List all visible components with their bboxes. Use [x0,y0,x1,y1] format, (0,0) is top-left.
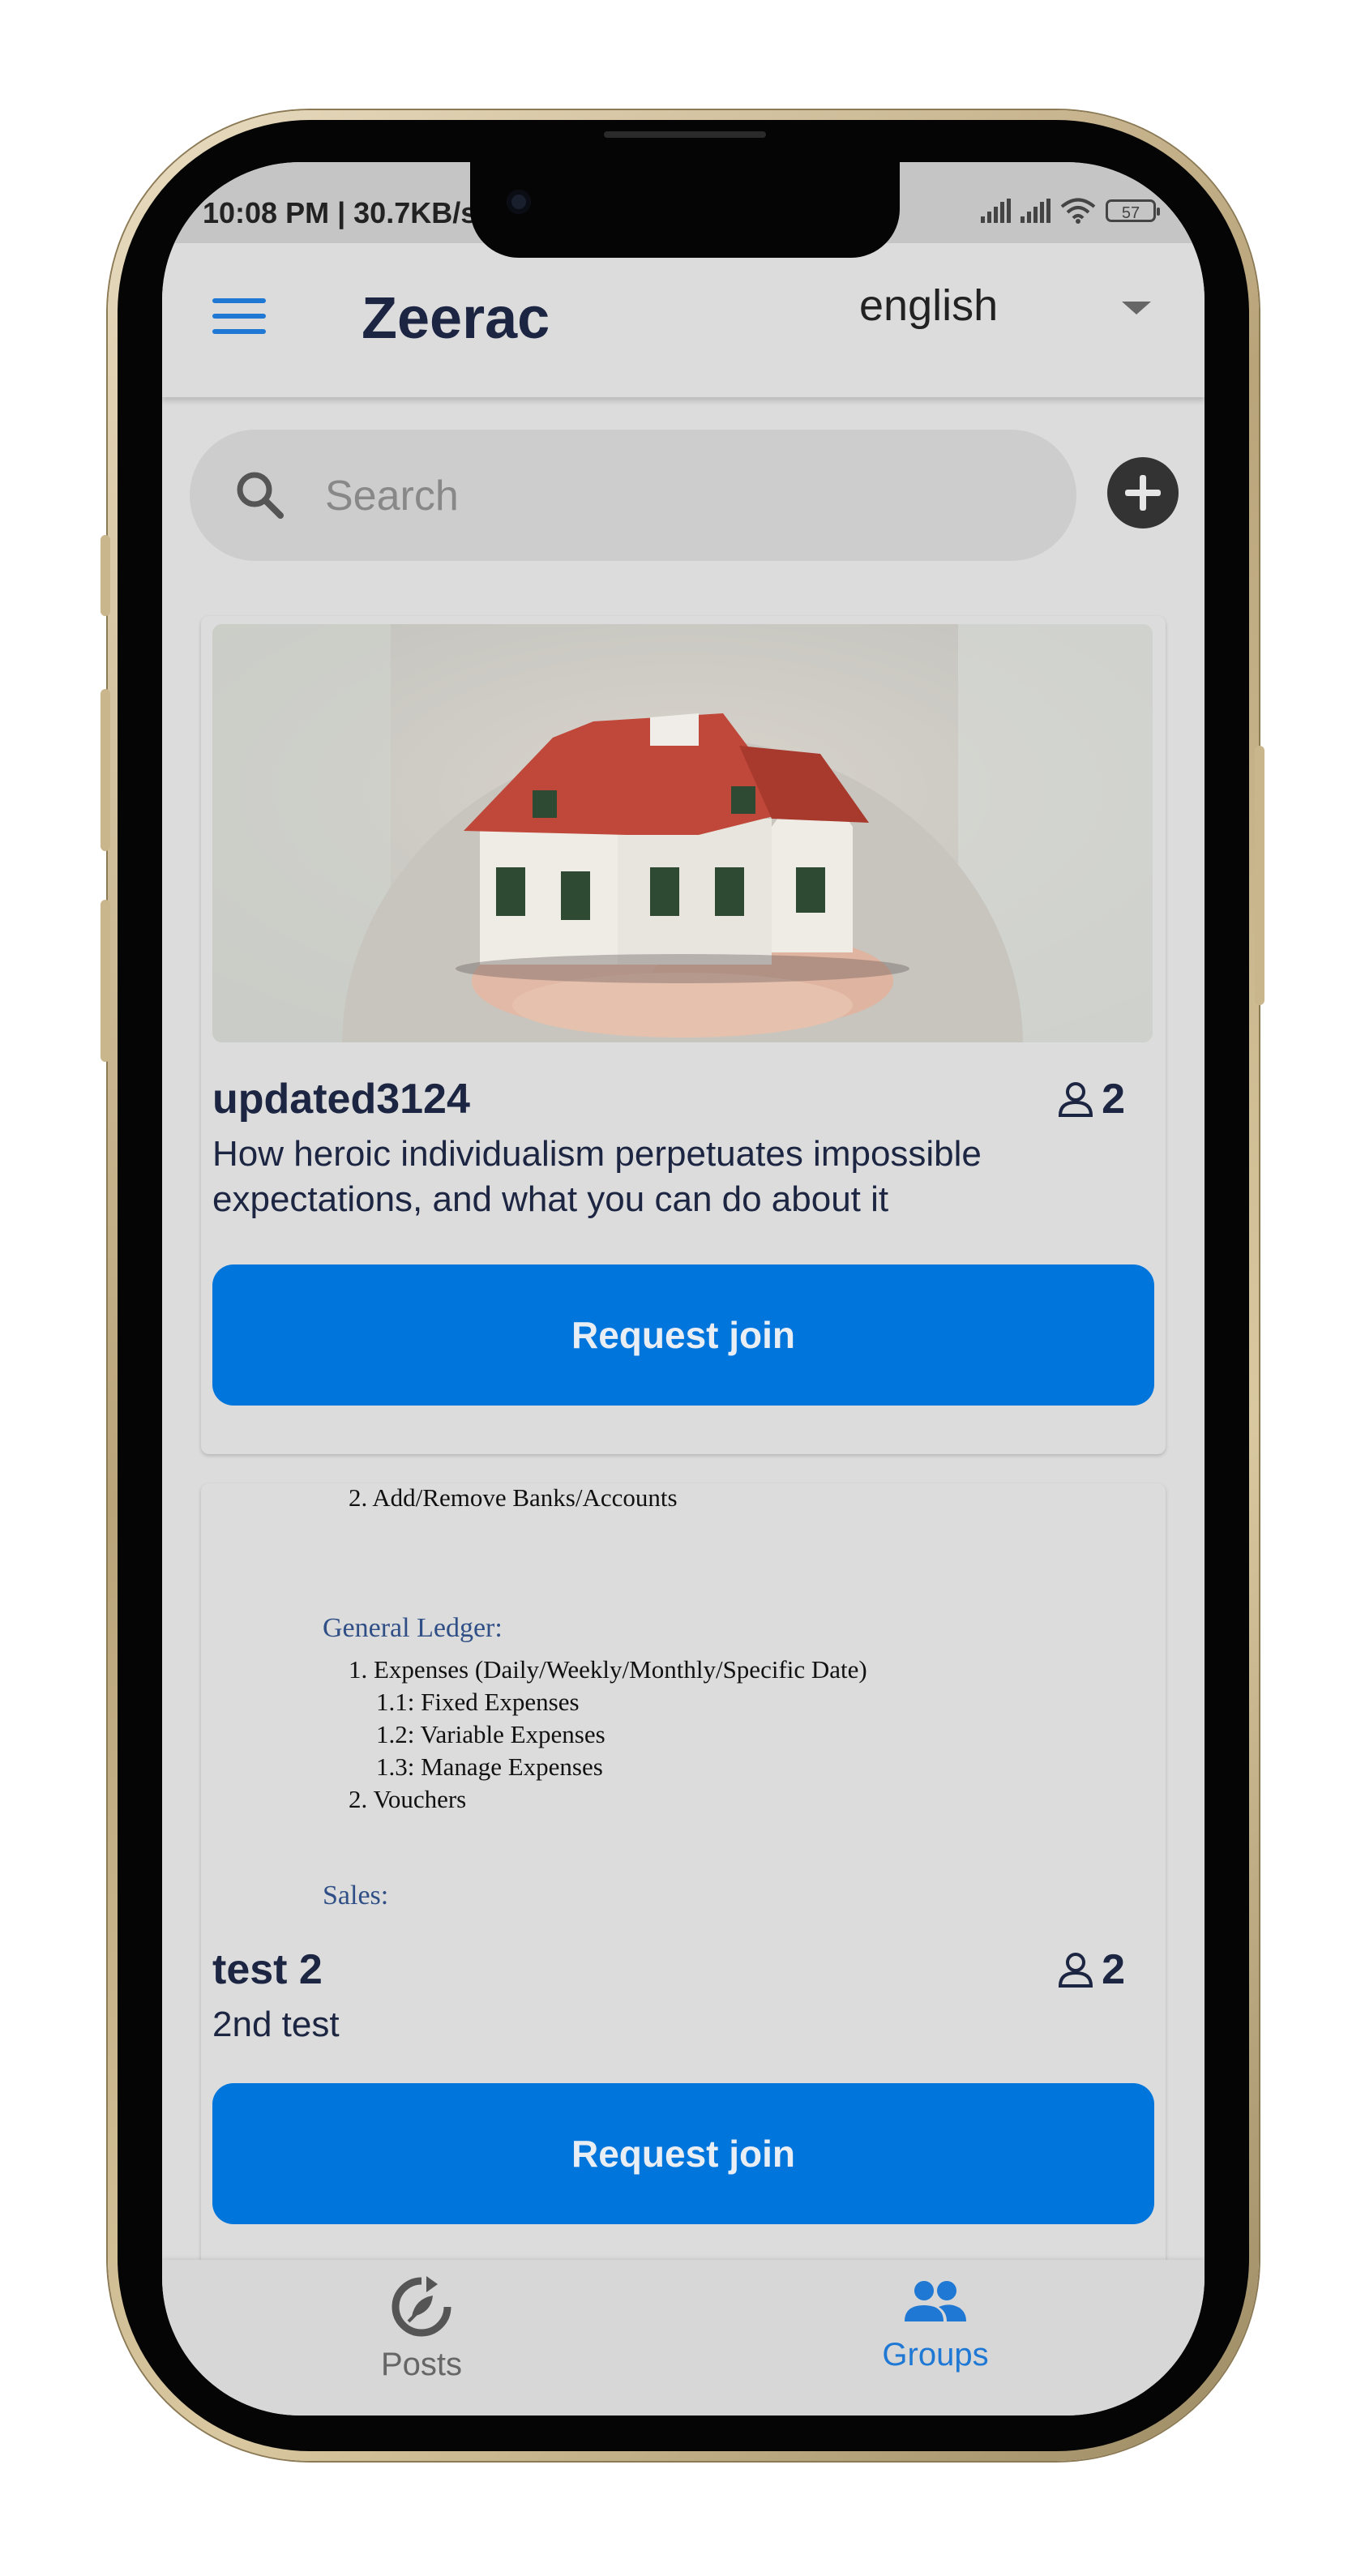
group-name: test 2 [212,1946,323,1993]
status-icons: 57 [981,198,1160,224]
volume-up-button [101,689,110,851]
app-title: Zeerac [362,286,550,351]
mute-switch [101,535,110,616]
member-count: 2 [1056,1075,1125,1123]
volume-down-button [101,900,110,1062]
doc-heading: Sales: [323,1881,389,1911]
caret-down-icon [1122,302,1151,315]
document-preview: 2. Add/Remove Banks/Accounts General Led… [212,1483,1153,1921]
front-camera [507,190,531,214]
doc-heading: General Ledger: [323,1613,503,1643]
nav-posts-label: Posts [380,2347,463,2382]
bottom-nav: Posts Groups [162,2260,1205,2416]
house-in-hands-image [212,624,1153,1042]
wifi-icon [1060,198,1096,224]
request-join-button[interactable]: Request join [212,2083,1154,2224]
person-icon [1059,1082,1093,1117]
menu-icon[interactable] [212,298,266,339]
battery-icon: 57 [1106,199,1160,222]
request-join-button[interactable]: Request join [212,1264,1154,1406]
groups-icon [905,2281,966,2321]
member-count-value: 2 [1102,1946,1125,1993]
nav-posts[interactable]: Posts [300,2276,543,2398]
group-card: 2. Add/Remove Banks/Accounts General Led… [201,1483,1166,2294]
member-count-value: 2 [1102,1076,1125,1123]
doc-line: 1.2: Variable Expenses [376,1720,605,1748]
app-screen: 10:08 PM | 30.7KB/s 57 Zeerac english Se… [162,162,1205,2416]
power-button [1255,746,1264,1005]
search-input[interactable] [323,467,1024,525]
nav-groups[interactable]: Groups [814,2276,1057,2398]
add-group-button[interactable] [1107,457,1179,528]
group-description: 2nd test [212,2005,340,2044]
doc-line: 1.1: Fixed Expenses [376,1688,580,1716]
person-icon [1059,1953,1093,1988]
group-name: updated3124 [212,1076,470,1123]
doc-line: 2. Add/Remove Banks/Accounts [349,1483,678,1512]
language-select[interactable]: english [859,277,1159,342]
group-description: How heroic individualism perpetuates imp… [212,1134,982,1219]
nav-groups-label: Groups [882,2337,989,2373]
language-value: english [859,281,999,330]
search-icon [237,472,284,519]
group-card: updated3124 2 How heroic individualism p… [201,616,1166,1454]
posts-icon [392,2276,451,2337]
signal-icon [981,199,1011,223]
status-time: 10:08 PM | 30.7KB/s [203,196,477,229]
doc-line: 2. Vouchers [349,1785,467,1813]
speaker-grille [604,131,766,138]
doc-line: 1.3: Manage Expenses [376,1752,603,1781]
app-bar: Zeerac english [162,243,1205,397]
search-box[interactable] [190,430,1076,561]
signal-icon [1021,199,1050,223]
member-count: 2 [1056,1945,1125,1994]
group-image [212,624,1153,1042]
doc-line: 1. Expenses (Daily/Weekly/Monthly/Specif… [349,1655,867,1684]
notch [470,162,900,258]
